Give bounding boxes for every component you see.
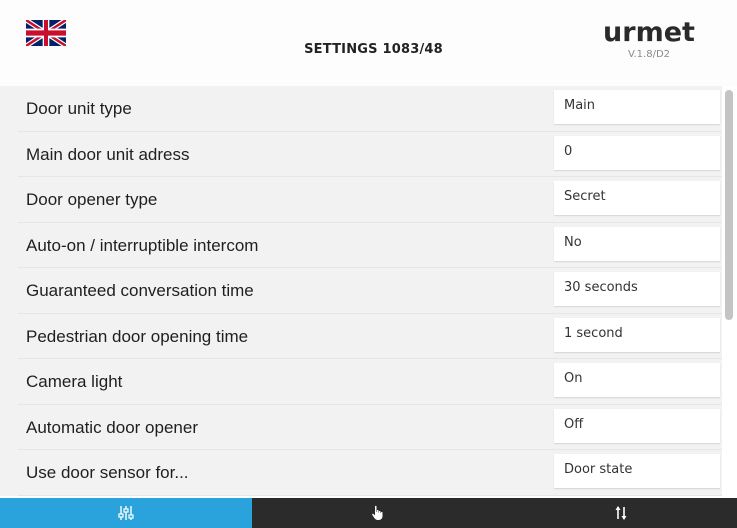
setting-value-field[interactable]: Door state [554,454,720,488]
setting-row[interactable]: Auto-on / interruptible intercom No [0,223,722,268]
bottom-bar [0,498,737,528]
setting-row[interactable]: Main door unit adress 0 [0,132,722,177]
setting-label: Door unit type [26,99,132,118]
setting-value-field[interactable]: 1 second [554,317,720,352]
setting-row[interactable]: Door opener type Secret [0,177,722,223]
settings-tab-button[interactable] [0,498,252,528]
setting-value-field[interactable]: Main [554,90,720,124]
setting-value-field[interactable]: No [554,226,720,261]
setting-value-field[interactable]: 0 [554,135,720,170]
scrollbar-thumb[interactable] [725,90,733,320]
setting-row[interactable]: Door unit type Main [0,86,722,132]
setting-label: Use door sensor for... [26,463,189,482]
settings-list: Door unit type Main Main door unit adress 0… [0,86,722,496]
setting-row[interactable]: Camera light On [0,359,722,405]
firmware-version: V.1.8/D2 [627,49,671,60]
setting-row[interactable]: Pedestrian door opening time 1 second [0,314,722,359]
setting-label: Guaranteed conversation time [26,281,254,300]
setting-label: Automatic door opener [26,417,198,437]
sort-tab-button[interactable] [504,498,737,528]
setting-label: Pedestrian door opening time [26,326,249,346]
setting-value-field[interactable]: Off [554,408,720,443]
brand: urmet V.1.8/D2 [599,17,699,61]
setting-row[interactable]: Use door sensor for... Door state [0,450,722,496]
setting-label: Camera light [26,372,123,391]
touch-tab-button[interactable] [252,498,504,528]
setting-value-field[interactable]: 30 seconds [554,272,720,306]
row-divider [18,494,722,496]
setting-row[interactable]: Automatic door opener Off [0,405,722,450]
header: SETTINGS 1083/48 urmet V.1.8/D2 [0,0,737,86]
setting-value-field[interactable]: On [554,363,720,397]
setting-row[interactable]: Guaranteed conversation time 30 seconds [0,268,722,314]
sort-arrows-icon [615,506,626,520]
touch-hand-icon [372,505,383,520]
setting-label: Door opener type [26,190,158,209]
brand-logo: urmet [603,17,695,48]
setting-value-field[interactable]: Secret [554,181,720,215]
setting-label: Auto-on / interruptible intercom [26,235,259,255]
scrollbar[interactable] [725,88,733,494]
setting-label: Main door unit adress [26,144,190,164]
sliders-icon [118,506,134,520]
